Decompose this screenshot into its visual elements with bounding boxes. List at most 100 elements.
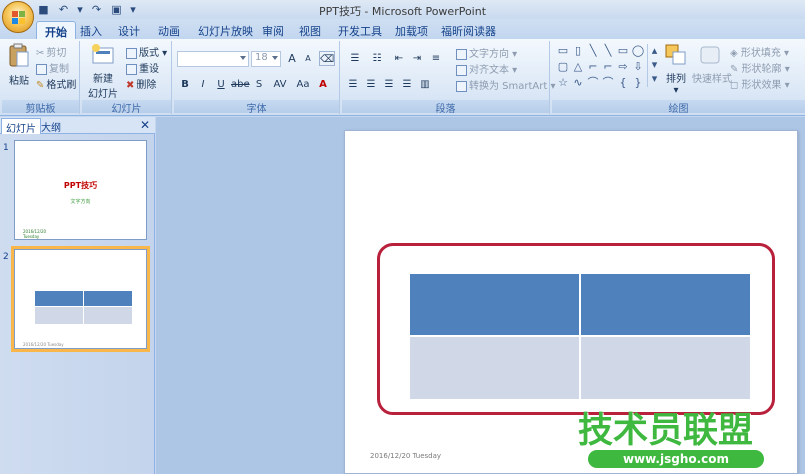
line-spacing-icon[interactable]: ≡ [428,51,444,66]
reset-icon [126,63,137,75]
convert-smartart-button[interactable]: 转换为 SmartArt ▾ [456,77,556,92]
tab-developer[interactable]: 开发工具 [330,21,390,39]
paste-button[interactable]: 粘贴 [6,43,32,89]
shape-effects-button[interactable]: ◻ 形状效果 ▾ [730,76,790,91]
textbox-shape-icon[interactable]: ▭ [556,44,570,57]
reset-button[interactable]: 重设 [126,60,159,75]
character-spacing-button[interactable]: AV [269,77,291,92]
font-family-combo[interactable] [177,51,249,67]
tab-review[interactable]: 审阅 [254,21,292,39]
shape-fill-label: 形状填充 [740,48,781,59]
oval-shape-icon[interactable]: ◯ [631,44,645,57]
new-slide-button[interactable]: 新建 幻灯片 [86,43,120,100]
watermark-text: 技术员联盟 [578,411,754,451]
font-color-icon[interactable]: A [315,77,331,92]
tab-foxit-reader[interactable]: 福昕阅读器 [433,21,504,39]
arrange-button[interactable]: 排列 ▾ [662,43,690,96]
tab-design[interactable]: 设计 [110,21,148,39]
text-direction-button[interactable]: 文字方向 ▾ [456,45,517,60]
shadow-button[interactable]: S [251,77,267,92]
increase-indent-icon[interactable]: ⇥ [409,51,425,66]
line2-shape-icon[interactable]: ╲ [601,44,615,57]
rounded-rect-shape-icon[interactable]: ▢ [556,60,570,73]
grow-font-button[interactable]: A [284,51,300,66]
thumb-table-cell [35,307,83,324]
tab-slideshow[interactable]: 幻灯片放映 [190,21,261,39]
justify-icon[interactable]: ☰ [399,77,415,92]
underline-button[interactable]: U [213,77,229,92]
tab-addins[interactable]: 加载项 [387,21,436,39]
decrease-indent-icon[interactable]: ⇤ [391,51,407,66]
tab-view[interactable]: 视图 [291,21,329,39]
brace-right-shape-icon[interactable]: } [631,76,645,89]
shapes-more-icon[interactable]: ▴ ▾ ▾ [647,44,661,87]
elbow2-shape-icon[interactable]: ⌐ [601,60,615,73]
reset-label: 重设 [139,64,159,75]
numbering-icon[interactable]: ☷ [367,51,387,66]
cut-button[interactable]: ✂ 剪切 [36,44,66,60]
line-shape-icon[interactable]: ╲ [586,44,600,57]
layout-button[interactable]: 版式 ▾ [126,44,167,59]
title-bar: ■ ↶ ▾ ↷ ▣ ▾ PPT技巧 - Microsoft PowerPoint [0,0,805,19]
vertical-textbox-shape-icon[interactable]: ▯ [571,44,585,57]
copy-icon [36,63,47,75]
tab-animations[interactable]: 动画 [150,21,188,39]
tab-home[interactable]: 开始 [36,21,76,39]
align-text-button[interactable]: 对齐文本 ▾ [456,61,517,76]
copy-label: 复制 [49,64,69,75]
close-icon[interactable]: ✕ [140,118,150,132]
quick-styles-label: 快速样式 [692,74,732,85]
strikethrough-button[interactable]: abe [231,77,250,92]
bold-button[interactable]: B [177,77,193,92]
italic-button[interactable]: I [195,77,211,92]
bullets-icon[interactable]: ☰ [345,51,365,66]
clear-format-icon[interactable]: ⌫ [319,51,335,66]
new-slide-label-1: 新建 [93,74,113,85]
clipboard-group: 粘贴 ✂ 剪切 复制 ✎ 格式刷 剪贴板 [2,41,80,115]
font-size-combo[interactable]: 18 [251,51,281,67]
curve-shape-icon[interactable]: ∿ [571,76,585,89]
tab-outline-pane[interactable]: 大纲 [37,118,65,134]
change-case-button[interactable]: Aa [293,77,313,92]
pen-icon: ✎ [730,64,742,75]
thumb-table-cell [84,307,132,324]
align-center-icon[interactable]: ☰ [363,77,379,92]
align-right-icon[interactable]: ☰ [381,77,397,92]
tab-insert[interactable]: 插入 [72,21,110,39]
office-button[interactable] [2,1,34,33]
triangle-shape-icon[interactable]: △ [571,60,585,73]
align-left-icon[interactable]: ☰ [345,77,361,92]
shape-fill-button[interactable]: ◈ 形状填充 ▾ [730,44,789,59]
thumb-footer-day: Tuesday [23,234,40,239]
brace-left-shape-icon[interactable]: { [616,76,630,89]
arc-shape-icon[interactable]: ⌒ [586,76,600,89]
quick-styles-button[interactable]: 快速样式 [692,43,732,85]
align-text-icon [456,64,467,76]
elbow-shape-icon[interactable]: ⌐ [586,60,600,73]
slides-pane: 幻灯片 大纲 ✕ 1 PPT技巧 文字方向 2016/12/20 Tuesday… [0,117,155,474]
arrow-down-shape-icon[interactable]: ⇩ [631,60,645,73]
paste-label: 粘贴 [9,76,29,87]
format-painter-button[interactable]: ✎ 格式刷 [36,76,76,92]
paragraph-group-label: 段落 [342,100,549,115]
star-shape-icon[interactable]: ☆ [556,76,570,89]
shape-outline-button[interactable]: ✎ 形状轮廓 ▾ [730,60,790,75]
text-direction-icon [456,48,467,60]
tab-slides-pane[interactable]: 幻灯片 [1,118,41,135]
rectangle-shape-icon[interactable]: ▭ [616,44,630,57]
slide-thumbnail-1[interactable]: PPT技巧 文字方向 2016/12/20 Tuesday [14,140,147,240]
arrow-right-shape-icon[interactable]: ⇨ [616,60,630,73]
delete-label: 删除 [136,80,157,91]
thumb-table-cell [35,291,83,306]
shrink-font-button[interactable]: A [300,51,316,66]
delete-button[interactable]: ✖ 删除 [126,76,157,92]
arc2-shape-icon[interactable]: ⌒ [601,76,615,89]
ribbon-tabs: 开始 插入 设计 动画 幻灯片放映 审阅 视图 开发工具 加载项 福昕阅读器 [0,19,805,39]
copy-button[interactable]: 复制 [36,60,69,75]
text-direction-label: 文字方向 [469,49,509,60]
slide-thumbnail-2[interactable]: 2016/12/20 Tuesday [11,246,150,352]
columns-icon[interactable]: ▥ [417,77,433,92]
highlight-ring [377,243,775,415]
font-group-label: 字体 [174,100,339,115]
arrange-icon [665,44,686,65]
